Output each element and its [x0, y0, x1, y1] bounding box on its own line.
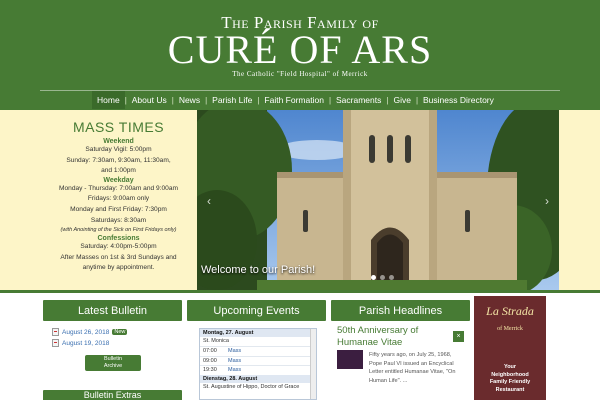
hero-caption: Welcome to our Parish! — [201, 264, 316, 276]
weekend-line: Sunday: 7:30am, 9:30am, 11:30am, — [66, 156, 171, 164]
weekday-note: (with Anointing of the Sick on First Fri… — [60, 227, 177, 234]
nav-sacraments[interactable]: Sacraments — [331, 91, 386, 109]
bulletin-archive-button[interactable]: Bulletin Archive — [85, 355, 141, 371]
ad-line: Restaurant — [495, 386, 525, 393]
latest-bulletin-heading: Latest Bulletin — [43, 300, 182, 321]
calendar-day-header: Dienstag, 28. August — [200, 374, 316, 383]
event-title[interactable]: Mass — [228, 358, 241, 364]
headline-thumbnail[interactable] — [337, 350, 363, 369]
bulletin-date[interactable]: August 26, 2018 — [62, 329, 109, 336]
weekday-heading: Weekday — [103, 176, 134, 184]
mass-times-title: MASS TIMES — [72, 119, 165, 135]
ad-line: Your — [503, 364, 517, 370]
slide-dot[interactable] — [371, 275, 376, 280]
nav-parish-life[interactable]: Parish Life — [207, 91, 257, 109]
new-badge: New — [112, 329, 128, 335]
site-header: The Parish Family of CURÉ OF ARS The Cat… — [0, 0, 600, 110]
chevron-left-icon[interactable]: ‹ — [207, 194, 211, 208]
headline-excerpt: Fifty years ago, on July 25, 1968, Pope … — [369, 352, 456, 384]
calendar-saint: St. Monica — [203, 338, 229, 344]
archive-label: Bulletin — [103, 356, 123, 362]
upcoming-events-heading: Upcoming Events — [187, 300, 326, 321]
main-nav: Home | About Us | News | Parish Life | F… — [92, 91, 499, 109]
nav-home[interactable]: Home — [92, 91, 125, 109]
weekend-heading: Weekend — [103, 138, 134, 145]
ad-logo-sub: of Merrick — [497, 326, 523, 332]
close-icon[interactable]: × — [453, 331, 464, 342]
site-tagline: The Catholic "Field Hospital" of Merrick — [232, 70, 368, 78]
site-title[interactable]: CURÉ OF ARS — [0, 30, 600, 70]
calendar-saint: St. Augustine of Hippo, Doctor of Grace — [203, 383, 300, 390]
mass-times-panel: MASS TIMES Weekend Saturday Vigil: 5:00p… — [40, 110, 197, 290]
nav-about-us[interactable]: About Us — [127, 91, 172, 109]
bulletin-extras-heading: Bulletin Extras — [43, 390, 182, 400]
nav-give[interactable]: Give — [388, 91, 415, 109]
event-time: 19:30 — [203, 367, 217, 374]
weekday-line: Saturdays: 8:30am — [90, 216, 147, 224]
right-margin — [559, 110, 600, 290]
event-title[interactable]: Mass — [228, 367, 241, 373]
calendar-event-row[interactable]: 19:30 Mass — [200, 365, 316, 375]
weekday-line: Monday - Thursday: 7:00am and 9:00am — [59, 184, 178, 192]
nav-faith-formation[interactable]: Faith Formation — [259, 91, 329, 109]
headline-title[interactable]: 50th Anniversary of Humanae Vitae — [337, 325, 452, 349]
weekend-line: Saturday Vigil: 5:00pm — [85, 146, 152, 153]
slide-dot[interactable] — [380, 275, 385, 280]
chevron-right-icon[interactable]: › — [545, 194, 549, 208]
bulletin-date[interactable]: August 19, 2018 — [62, 340, 109, 347]
weekend-line: and 1:00pm — [101, 167, 136, 175]
slide-dot[interactable] — [389, 275, 394, 280]
confessions-line: Saturday: 4:00pm-5:00pm — [80, 243, 157, 251]
event-time: 09:00 — [203, 357, 217, 364]
event-title[interactable]: Mass — [228, 348, 241, 354]
calendar-event-row[interactable]: 07:00 Mass — [200, 346, 316, 356]
nav-business-directory[interactable]: Business Directory — [418, 91, 499, 109]
ad-line: Neighborhood — [491, 371, 529, 378]
event-time: 07:00 — [203, 348, 217, 355]
archive-label: Archive — [103, 363, 123, 369]
hero-slideshow[interactable]: ‹ › Welcome to our Parish! — [197, 110, 559, 290]
bulletin-item[interactable]: August 19, 2018 — [52, 339, 109, 347]
pdf-icon — [52, 339, 59, 347]
weekday-line: Monday and First Friday: 7:30pm — [70, 205, 167, 213]
section-divider — [0, 290, 600, 293]
bulletin-item[interactable]: August 26, 2018 New — [52, 328, 128, 336]
nav-news[interactable]: News — [174, 91, 205, 109]
calendar-event-row[interactable]: 09:00 Mass — [200, 355, 316, 366]
ad-text: Your Neighborhood Family Friendly Restau… — [476, 364, 544, 394]
slide-indicators — [371, 275, 394, 280]
confessions-line: anytime by appointment. — [82, 264, 155, 272]
parish-headlines-heading: Parish Headlines — [331, 300, 470, 321]
confessions-heading: Confessions — [97, 235, 140, 243]
weekday-line: Fridays: 9:00am only — [87, 195, 150, 203]
confessions-line: After Masses on 1st & 3rd Sundays and — [60, 253, 177, 261]
calendar-day-header: Montag, 27. August — [200, 329, 316, 337]
events-calendar: Montag, 27. August St. Monica 07:00 Mass… — [199, 328, 317, 400]
calendar-scrollbar[interactable] — [310, 329, 316, 399]
pdf-icon — [52, 328, 59, 336]
ad-logo: La Strada — [486, 304, 534, 318]
left-margin — [0, 110, 40, 290]
restaurant-ad[interactable]: La Strada of Merrick Your Neighborhood F… — [474, 296, 546, 400]
church-photo — [197, 110, 559, 290]
ad-line: Family Friendly — [489, 379, 531, 385]
